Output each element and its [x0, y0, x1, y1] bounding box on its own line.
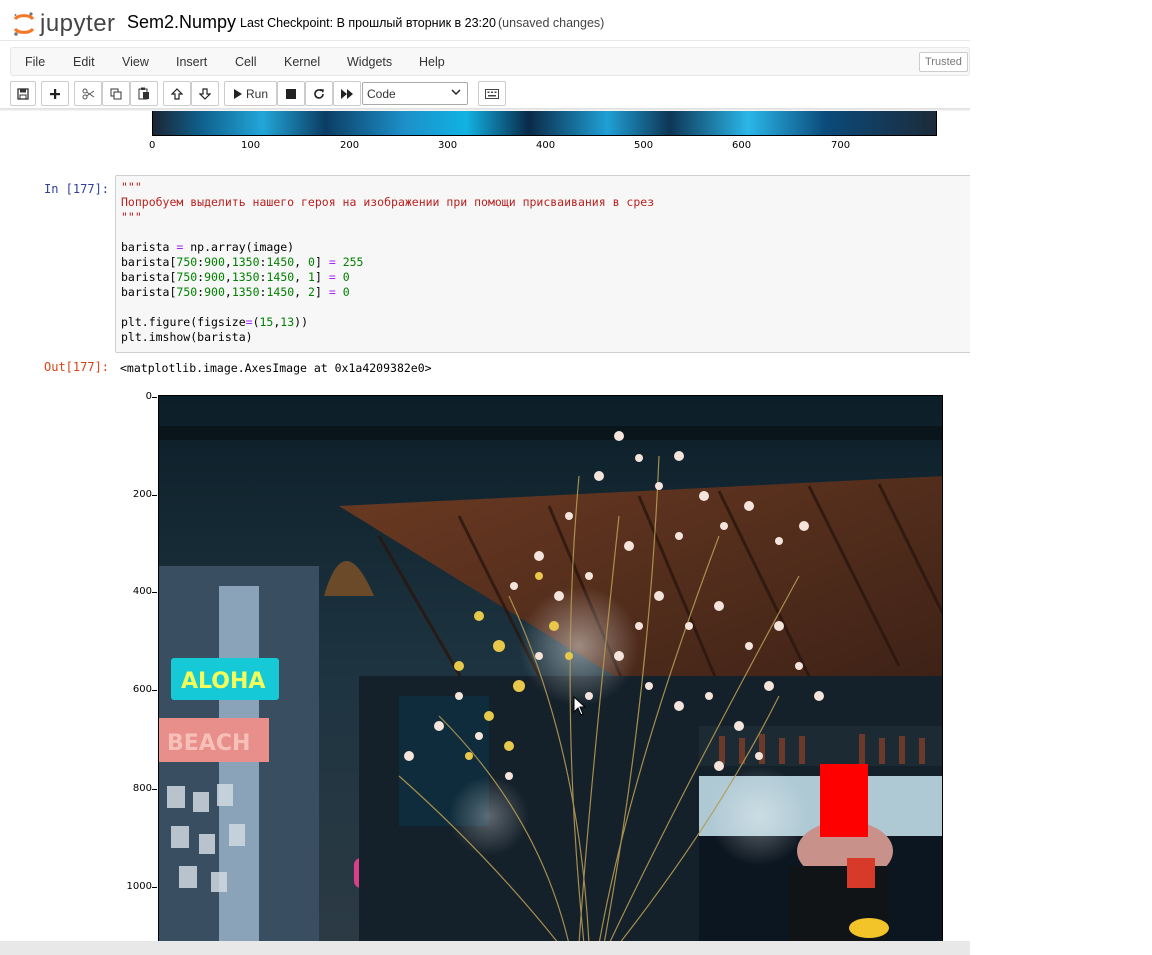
cell-type-value: Code — [367, 87, 396, 101]
mouse-cursor-icon — [573, 696, 587, 716]
code-line: barista[750:900,1350:1450, 1] = 0 — [121, 270, 350, 284]
imshow-figure: ALOHA BEACH — [158, 395, 943, 943]
paste-button[interactable] — [130, 81, 158, 106]
stop-icon — [286, 88, 296, 99]
barista-photo: ALOHA BEACH — [159, 396, 942, 942]
copy-icon — [110, 88, 122, 99]
x-tick-label: 100 — [241, 140, 261, 151]
move-down-button[interactable] — [191, 81, 219, 106]
plus-icon — [50, 88, 60, 99]
arrow-up-icon — [171, 87, 183, 100]
paste-icon — [138, 87, 149, 100]
y-tick-label: 800 — [132, 783, 152, 794]
notebook-header: jupyter Sem2.Numpy Last Checkpoint: В пр… — [0, 0, 970, 112]
restart-icon — [314, 88, 324, 99]
cell-type-select[interactable]: Code — [362, 82, 468, 105]
y-tick-label: 1000 — [126, 881, 152, 892]
input-prompt: In [177]: — [44, 182, 110, 196]
x-tick-label: 200 — [340, 140, 360, 151]
code-line: barista[750:900,1350:1450, 2] = 0 — [121, 285, 350, 299]
keyboard-icon — [485, 88, 499, 99]
notebook-title[interactable]: Sem2.Numpy — [127, 12, 236, 33]
command-palette-button[interactable] — [478, 81, 506, 106]
run-icon — [233, 88, 242, 99]
code-line: Попробуем выделить нашего героя на изобр… — [121, 195, 655, 209]
code-line: barista = np.array(image) — [121, 240, 295, 254]
aloha-sign-text: ALOHA — [181, 669, 265, 694]
menu-cell[interactable]: Cell — [235, 55, 257, 69]
x-tick-label: 700 — [831, 140, 851, 151]
y-tick-mark — [152, 592, 157, 593]
menu-file[interactable]: File — [25, 55, 45, 69]
menu-view[interactable]: View — [122, 55, 149, 69]
y-tick-mark — [152, 495, 157, 496]
cut-button[interactable] — [74, 81, 102, 106]
menu-bar: File Edit View Insert Cell Kernel Widget… — [10, 47, 970, 76]
run-button[interactable]: Run — [224, 81, 277, 106]
code-cell-editor[interactable]: """ Попробуем выделить нашего героя на и… — [115, 175, 970, 353]
interrupt-button[interactable] — [277, 81, 305, 106]
code-line: """ — [121, 180, 142, 194]
run-button-label: Run — [245, 86, 268, 101]
red-highlight-block — [820, 764, 868, 837]
code-line: plt.figure(figsize=(15,13)) — [121, 315, 309, 329]
chevron-down-icon — [451, 89, 461, 96]
save-button[interactable] — [10, 81, 36, 106]
x-tick-label: 600 — [732, 140, 752, 151]
trusted-badge[interactable]: Trusted — [919, 52, 968, 72]
y-tick-mark — [152, 397, 157, 398]
insert-cell-button[interactable] — [41, 81, 69, 106]
code-line: barista[750:900,1350:1450, 0] = 255 — [121, 255, 364, 269]
notebook-container[interactable]: 0 100 200 300 400 500 600 700 In [177]: … — [0, 111, 970, 943]
x-tick-label: 300 — [438, 140, 458, 151]
y-tick-mark — [152, 789, 157, 790]
copy-button[interactable] — [102, 81, 130, 106]
cut-icon — [82, 88, 94, 99]
y-tick-label: 600 — [132, 684, 152, 695]
menu-insert[interactable]: Insert — [176, 55, 207, 69]
y-tick-label: 200 — [132, 489, 152, 500]
previous-image-output — [152, 111, 937, 136]
jupyter-logo[interactable]: jupyter — [12, 8, 116, 40]
x-tick-label: 400 — [536, 140, 556, 151]
jupyter-logo-icon — [13, 12, 35, 36]
autosave-status: (unsaved changes) — [498, 16, 605, 30]
y-tick-label: 400 — [132, 586, 152, 597]
header-divider — [0, 40, 970, 41]
fast-forward-icon — [340, 88, 353, 99]
beach-sign-text: BEACH — [167, 731, 250, 756]
menu-help[interactable]: Help — [419, 55, 445, 69]
code-line: """ — [121, 210, 142, 224]
menu-widgets[interactable]: Widgets — [347, 55, 392, 69]
menu-kernel[interactable]: Kernel — [284, 55, 320, 69]
output-text: <matplotlib.image.AxesImage at 0x1a42093… — [120, 361, 432, 375]
y-tick-label: 0 — [145, 391, 152, 402]
output-prompt: Out[177]: — [44, 360, 110, 374]
save-icon — [17, 87, 29, 100]
horizontal-scrollbar[interactable] — [0, 941, 970, 955]
y-tick-mark — [152, 690, 157, 691]
jupyter-logo-text: jupyter — [40, 10, 116, 37]
menu-edit[interactable]: Edit — [73, 55, 95, 69]
x-tick-label: 0 — [149, 140, 156, 151]
checkpoint-status: Last Checkpoint: В прошлый вторник в 23:… — [240, 16, 496, 30]
move-up-button[interactable] — [163, 81, 191, 106]
code-line: plt.imshow(barista) — [121, 330, 253, 344]
x-tick-label: 500 — [634, 140, 654, 151]
y-tick-mark — [152, 887, 157, 888]
restart-run-all-button[interactable] — [333, 81, 361, 106]
arrow-down-icon — [199, 87, 211, 100]
restart-button[interactable] — [305, 81, 333, 106]
